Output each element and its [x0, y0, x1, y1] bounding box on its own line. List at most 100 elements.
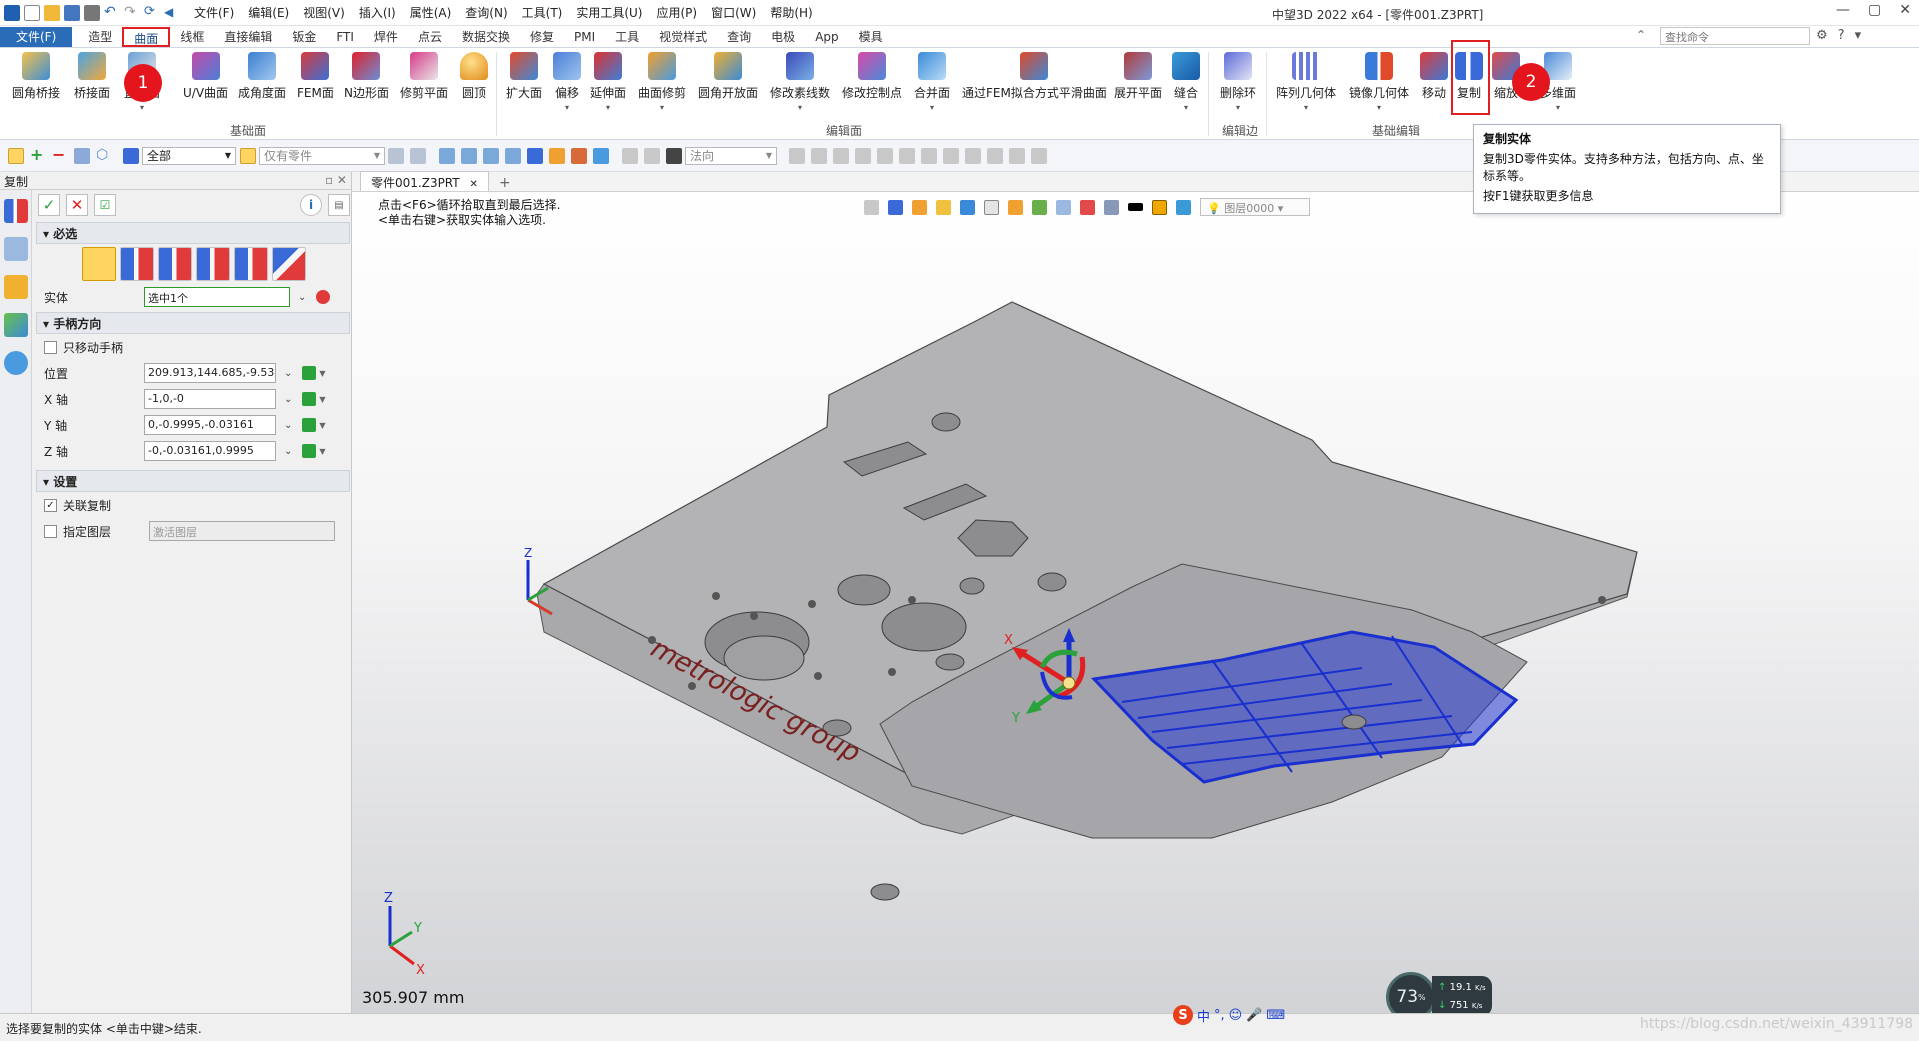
menu-item[interactable]: 插入(I) [359, 4, 396, 21]
tab-surface[interactable]: 曲面 [122, 27, 171, 47]
tab-visual-style[interactable]: 视觉样式 [649, 27, 717, 47]
maximize-button[interactable]: ▢ [1868, 2, 1881, 18]
tab-pmi[interactable]: PMI [564, 27, 605, 47]
filter-icon[interactable] [123, 147, 139, 164]
menu-item[interactable]: 工具(T) [522, 4, 563, 21]
user-icon[interactable] [4, 351, 28, 375]
part-filter-icon[interactable] [240, 147, 256, 164]
snap-icon[interactable] [943, 147, 959, 164]
selection-mode-icon[interactable] [74, 147, 90, 164]
pick-point-icon[interactable] [302, 366, 317, 380]
fillet-open-face-button[interactable]: 圆角开放面 [698, 52, 758, 101]
unfold-plane-button[interactable]: 展开平面 [1114, 52, 1162, 101]
pointer-icon[interactable] [8, 147, 24, 164]
snap-icon[interactable] [899, 147, 915, 164]
copy-type-rotate-button[interactable] [196, 247, 230, 281]
close-icon[interactable]: ✕ [469, 179, 477, 190]
tab-mold[interactable]: 模具 [849, 27, 893, 47]
menu-item[interactable]: 查询(N) [465, 4, 507, 21]
dome-button[interactable]: 圆顶 [460, 52, 488, 101]
add-icon[interactable]: + [30, 146, 46, 164]
modify-control-points-button[interactable]: 修改控制点 [842, 52, 902, 101]
back-arrow-icon[interactable]: ◀ [164, 5, 180, 21]
toolbar-icon[interactable] [644, 147, 660, 164]
trim-plane-button[interactable]: 修剪平面 [400, 52, 448, 101]
part-filter-select[interactable]: 仅有零件 ▼ [259, 146, 385, 165]
toolbar-icon[interactable] [666, 147, 682, 164]
chevron-down-icon[interactable]: ⌄ [298, 292, 306, 303]
extend-face-button[interactable]: 扩大面 [506, 52, 542, 101]
tab-direct-edit[interactable]: 直接编辑 [214, 27, 282, 47]
fem-surface-button[interactable]: FEM面 [297, 52, 334, 101]
help-icon[interactable]: ? [1838, 28, 1845, 43]
app-logo-icon[interactable] [4, 4, 20, 21]
history-icon[interactable] [4, 237, 28, 261]
toolbar-icon[interactable] [483, 147, 499, 164]
redo-icon[interactable]: ↷ [124, 5, 140, 21]
snap-icon[interactable] [1009, 147, 1025, 164]
tab-tools[interactable]: 工具 [605, 27, 649, 47]
snap-icon[interactable] [855, 147, 871, 164]
tab-app[interactable]: App [805, 27, 848, 47]
move-button[interactable]: 移动 [1420, 52, 1448, 101]
chevron-down-icon[interactable]: ⌄ [284, 446, 292, 457]
ime-item[interactable]: ⌨ [1266, 1008, 1285, 1023]
save-icon[interactable] [64, 4, 80, 21]
mirror-geometry-button[interactable]: 镜像几何体 ▾ [1349, 52, 1409, 112]
menu-item[interactable]: 实用工具(U) [576, 4, 642, 21]
delete-loop-button[interactable]: 删除环 ▾ [1220, 52, 1256, 112]
n-sided-surface-button[interactable]: N边形面 [344, 52, 389, 101]
part-model[interactable]: metrologic group Z X Y Z X Y [352, 192, 1919, 1013]
tab-fti[interactable]: FTI [326, 27, 364, 47]
toolbar-icon[interactable] [527, 147, 543, 164]
pick-direction-icon[interactable] [302, 392, 317, 406]
angled-surface-button[interactable]: 成角度面 [238, 52, 286, 101]
position-field[interactable]: 209.913,144.685,-9.53499 [144, 363, 276, 383]
fem-smooth-button[interactable]: 通过FEM拟合方式平滑曲面 [962, 52, 1107, 101]
entity-field[interactable]: 选中1个 [144, 287, 290, 307]
section-required[interactable]: ▾ 必选 [36, 222, 350, 244]
ime-logo-icon[interactable]: S [1173, 1005, 1193, 1025]
gear-icon[interactable]: ⚙ [1816, 28, 1828, 43]
toolbar-icon[interactable] [549, 147, 565, 164]
copy-command-icon[interactable] [4, 199, 28, 223]
chevron-down-icon[interactable]: ▾ [1855, 28, 1862, 43]
copy-type-path-button[interactable] [272, 247, 306, 281]
print-icon[interactable] [84, 4, 100, 21]
toolbar-icon[interactable] [461, 147, 477, 164]
x-axis-field[interactable]: -1,0,-0 [144, 389, 276, 409]
copy-type-direction-button[interactable] [158, 247, 192, 281]
snap-icon[interactable] [965, 147, 981, 164]
apply-button[interactable]: ☑ [94, 194, 116, 216]
copy-type-align-button[interactable] [234, 247, 268, 281]
close-button[interactable]: ✕ [1899, 2, 1911, 18]
panel-pin-close-icon[interactable]: ▫ ✕ [325, 173, 347, 188]
copy-type-dynamic-button[interactable] [82, 247, 116, 281]
pick-direction-icon[interactable] [302, 418, 317, 432]
z-axis-field[interactable]: -0,-0.03161,0.9995 [144, 441, 276, 461]
open-folder-icon[interactable] [44, 4, 60, 21]
modify-isolines-button[interactable]: 修改素线数 ▾ [770, 52, 830, 112]
associative-copy-checkbox[interactable]: ✓ [44, 498, 57, 512]
refresh-icon[interactable]: ⟳ [144, 4, 160, 21]
info-icon[interactable]: i [300, 194, 322, 216]
menu-item[interactable]: 属性(A) [410, 4, 452, 21]
section-handle-direction[interactable]: ▾ 手柄方向 [36, 312, 350, 334]
remove-icon[interactable]: − [52, 146, 68, 164]
add-tab-icon[interactable]: + [499, 175, 511, 191]
pick-direction-icon[interactable] [302, 444, 317, 458]
only-move-handle-checkbox[interactable] [44, 340, 57, 354]
pick-entity-icon[interactable] [316, 290, 331, 304]
toolbar-icon[interactable] [622, 147, 638, 164]
y-axis-field[interactable]: 0,-0.9995,-0.03161 [144, 415, 276, 435]
snap-icon[interactable] [811, 147, 827, 164]
chevron-down-icon[interactable]: ⌄ [284, 368, 292, 379]
tab-electrode[interactable]: 电极 [761, 27, 805, 47]
undo-icon[interactable]: ↶ [104, 5, 120, 21]
tab-wireframe[interactable]: 线框 [170, 27, 214, 47]
document-tab[interactable]: 零件001.Z3PRT ✕ [360, 171, 489, 191]
tab-point-cloud[interactable]: 点云 [408, 27, 452, 47]
toolbar-icon[interactable] [410, 147, 426, 164]
tab-file[interactable]: 文件(F) [0, 27, 73, 47]
tab-inquiry[interactable]: 查询 [717, 27, 761, 47]
